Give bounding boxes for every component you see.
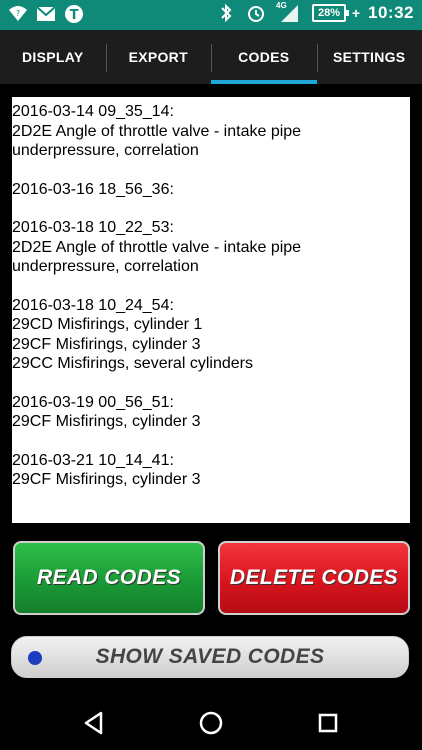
log-code-line: 29CD Misfirings, cylinder 1	[12, 316, 203, 333]
log-entry: 2016-03-18 10_22_53: 2D2E Angle of throt…	[12, 218, 410, 277]
log-code-line: underpressure, correlation	[12, 258, 199, 275]
log-entry: 2016-03-14 09_35_14: 2D2E Angle of throt…	[12, 102, 410, 161]
log-timestamp: 2016-03-16 18_56_36:	[12, 180, 174, 198]
home-icon[interactable]	[195, 707, 227, 739]
log-code-line: 2D2E Angle of throttle valve - intake pi…	[12, 238, 302, 256]
fault-code-log[interactable]: 2016-03-14 09_35_14: 2D2E Angle of throt…	[12, 97, 410, 523]
read-codes-label: READ CODES	[36, 566, 182, 589]
log-code-line: underpressure, correlation	[12, 142, 199, 159]
recent-apps-icon[interactable]	[312, 707, 344, 739]
svg-text:?: ?	[16, 9, 20, 18]
log-entry: 2016-03-16 18_56_36:	[12, 180, 410, 200]
log-code-line: 2D2E Angle of throttle valve - intake pi…	[12, 122, 302, 140]
log-code-line: 29CF Misfirings, cylinder 3	[12, 471, 201, 488]
show-saved-codes-button[interactable]: SHOW SAVED CODES	[11, 636, 409, 678]
signal-icon: 4G	[276, 1, 302, 23]
tab-label: DISPLAY	[22, 49, 84, 65]
tab-bar: DISPLAY EXPORT CODES SETTINGS	[0, 30, 422, 84]
charging-plus-icon: +	[351, 5, 361, 21]
alarm-icon	[246, 3, 266, 23]
log-entry: 2016-03-21 10_14_41: 29CF Misfirings, cy…	[12, 451, 410, 490]
status-bar-system: 4G 28% + 10:32	[216, 1, 414, 23]
log-timestamp: 2016-03-19 00_56_51:	[12, 393, 174, 411]
log-timestamp: 2016-03-18 10_24_54:	[12, 296, 174, 314]
tab-settings[interactable]: SETTINGS	[316, 30, 422, 84]
tasker-t-icon: T	[64, 4, 84, 24]
navigation-bar	[0, 695, 422, 750]
log-entry: 2016-03-18 10_24_54: 29CD Misfirings, cy…	[12, 296, 410, 374]
status-bar: ? T 4G 28% + 10:32	[0, 0, 422, 30]
network-type-label: 4G	[276, 1, 287, 10]
log-code-line: 29CC Misfirings, several cylinders	[12, 355, 253, 372]
battery-icon: 28% +	[312, 4, 360, 22]
wifi-question-icon: ?	[8, 4, 28, 24]
log-entry: 2016-03-19 00_56_51: 29CF Misfirings, cy…	[12, 393, 410, 432]
battery-percent: 28%	[318, 7, 341, 19]
tab-display[interactable]: DISPLAY	[0, 30, 106, 84]
mail-icon	[36, 4, 56, 24]
bluetooth-icon	[216, 3, 236, 23]
svg-text:T: T	[70, 8, 79, 23]
tab-codes[interactable]: CODES	[211, 30, 317, 84]
read-codes-button[interactable]: READ CODES	[13, 541, 205, 615]
status-time: 10:32	[368, 3, 414, 22]
log-timestamp: 2016-03-14 09_35_14:	[12, 103, 174, 120]
log-code-line: 29CF Misfirings, cylinder 3	[12, 335, 201, 353]
status-bar-notifications: ? T	[8, 4, 84, 24]
delete-codes-label: DELETE CODES	[229, 566, 399, 589]
log-timestamp: 2016-03-21 10_14_41:	[12, 451, 174, 469]
indicator-dot-icon	[28, 651, 42, 665]
tab-label: SETTINGS	[333, 49, 406, 65]
show-saved-codes-label: SHOW SAVED CODES	[95, 645, 325, 668]
tab-label: EXPORT	[128, 49, 188, 65]
tab-export[interactable]: EXPORT	[105, 30, 212, 84]
log-timestamp: 2016-03-18 10_22_53:	[12, 219, 174, 236]
back-icon[interactable]	[78, 707, 110, 739]
delete-codes-button[interactable]: DELETE CODES	[218, 541, 410, 615]
tab-label: CODES	[238, 49, 290, 65]
log-code-line: 29CF Misfirings, cylinder 3	[12, 413, 201, 430]
